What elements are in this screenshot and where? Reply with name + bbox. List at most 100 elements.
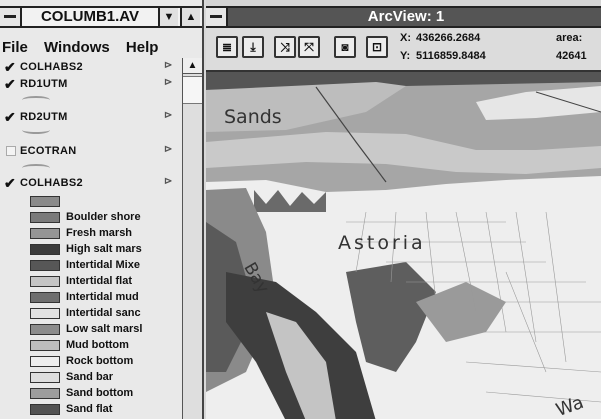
legend-class-row: High salt mars [30, 242, 180, 258]
maximize-button[interactable]: ▲ [180, 8, 200, 26]
class-label: Intertidal mud [66, 291, 139, 303]
legend-class-row: Boulder shore [30, 210, 180, 226]
hotlink-icon[interactable]: ⊡ [366, 36, 388, 58]
legend-titlebar: COLUMB1.AV ▼ ▲ [0, 6, 202, 28]
legend-class-row: Sand bottom [30, 386, 180, 402]
theme-row-rd1utm[interactable]: ✔ RD1UTM ⊳ [4, 77, 180, 93]
theme-checkbox[interactable] [6, 146, 16, 156]
view-system-menu-button[interactable] [206, 8, 228, 26]
legend-class-row: Rock bottom [30, 354, 180, 370]
class-label: Intertidal Mixe [66, 259, 140, 271]
legend-menubar: File Windows Help [0, 38, 202, 58]
class-swatch [30, 372, 60, 383]
legend-scrollbar[interactable]: ▲ [182, 58, 202, 419]
class-label: Sand flat [66, 403, 113, 415]
menu-windows[interactable]: Windows [44, 38, 110, 58]
class-swatch [30, 340, 60, 351]
theme-flag-icon: ⊳ [164, 77, 173, 88]
map-label-sands: Sands [224, 106, 282, 128]
view-window: ArcView: 1 ≣ ⤓ ⤨ ⤧ ◙ ⊡ X: 436266.2684 Y:… [206, 0, 601, 419]
y-coord-label: Y: [400, 50, 411, 62]
class-swatch [30, 404, 60, 415]
class-label: Intertidal sanc [66, 307, 141, 319]
legend-window: COLUMB1.AV ▼ ▲ File Windows Help ✔ COLHA… [0, 0, 204, 419]
scroll-up-button[interactable]: ▲ [183, 58, 202, 74]
theme-checkbox[interactable]: ✔ [4, 60, 16, 74]
legend-class-row [30, 194, 180, 210]
legend-class-row: Intertidal Mixe [30, 258, 180, 274]
system-menu-icon [4, 15, 16, 18]
class-swatch [30, 308, 60, 319]
line-symbol-icon [22, 96, 50, 104]
class-label: Low salt marsl [66, 323, 143, 335]
theme-name: COLHABS2 [20, 177, 83, 189]
legend-class-row: Sand flat [30, 402, 180, 418]
class-label: Sand bar [66, 371, 114, 383]
legend-icon[interactable]: ≣ [216, 36, 238, 58]
line-symbol-icon [22, 126, 50, 134]
theme-list: ✔ COLHABS2 ⊳ ✔ RD1UTM ⊳ ✔ RD2UTM ⊳ ECOTR… [0, 58, 182, 419]
legend-window-title: COLUMB1.AV [40, 8, 140, 25]
system-menu-icon [210, 15, 222, 18]
theme-flag-icon: ⊳ [164, 144, 173, 155]
theme-flag-icon: ⊳ [164, 60, 173, 71]
map-canvas[interactable]: Sands Astoria Bay Wa [206, 70, 601, 419]
theme-name: RD1UTM [20, 78, 68, 90]
legend-class-row: Low salt marsl [30, 322, 180, 338]
class-swatch [30, 356, 60, 367]
theme-checkbox[interactable]: ✔ [4, 110, 16, 124]
view-window-title: ArcView: 1 [367, 8, 445, 25]
class-swatch [30, 260, 60, 271]
class-label: Fresh marsh [66, 227, 133, 239]
legend-class-row: Fresh marsh [30, 226, 180, 242]
theme-checkbox[interactable]: ✔ [4, 176, 16, 190]
theme-row-colhabs2[interactable]: ✔ COLHABS2 ⊳ [4, 176, 180, 192]
zoom-in-icon[interactable]: ⤨ [274, 36, 296, 58]
menu-help[interactable]: Help [126, 38, 159, 58]
area-value: 42641 [556, 50, 587, 62]
class-swatch [30, 292, 60, 303]
theme-flag-icon: ⊳ [164, 176, 173, 187]
class-label: Sand bottom [66, 387, 134, 399]
class-swatch [30, 196, 60, 207]
theme-row-ecotran[interactable]: ECOTRAN ⊳ [4, 144, 180, 160]
x-coord-value: 436266.2684 [416, 32, 481, 44]
class-swatch [30, 212, 60, 223]
minimize-button[interactable]: ▼ [158, 8, 178, 26]
area-label: area: [556, 32, 583, 44]
theme-row-rd2utm[interactable]: ✔ RD2UTM ⊳ [4, 110, 180, 126]
zoom-out-icon[interactable]: ⤧ [298, 36, 320, 58]
legend-class-row: Intertidal mud [30, 290, 180, 306]
system-menu-button[interactable] [0, 8, 22, 26]
class-swatch [30, 244, 60, 255]
theme-name: ECOTRAN [20, 145, 77, 157]
class-swatch [30, 228, 60, 239]
legend-class-row: Intertidal sanc [30, 306, 180, 322]
class-swatch [30, 324, 60, 335]
view-titlebar: ArcView: 1 [206, 6, 601, 28]
theme-name: COLHABS2 [20, 61, 83, 73]
class-label: Boulder shore [66, 211, 141, 223]
class-label: High salt mars [66, 243, 142, 255]
theme-name: RD2UTM [20, 111, 68, 123]
y-coord-value: 5116859.8484 [416, 50, 486, 62]
class-label: Rock bottom [66, 355, 134, 367]
line-symbol-icon [22, 164, 50, 172]
camera-icon[interactable]: ◙ [334, 36, 356, 58]
x-coord-label: X: [400, 32, 411, 44]
scroll-thumb[interactable] [183, 76, 202, 104]
class-swatch [30, 276, 60, 287]
legend-class-row: Intertidal flat [30, 274, 180, 290]
class-swatch [30, 388, 60, 399]
legend-class-row: Mud bottom [30, 338, 180, 354]
theme-flag-icon: ⊳ [164, 110, 173, 121]
menu-file[interactable]: File [2, 38, 28, 58]
class-label: Intertidal flat [66, 275, 133, 287]
class-label: Mud bottom [66, 339, 129, 351]
map-label-astoria: Astoria [338, 232, 426, 254]
view-toolbar: ≣ ⤓ ⤨ ⤧ ◙ ⊡ X: 436266.2684 Y: 5116859.84… [206, 28, 601, 70]
download-icon[interactable]: ⤓ [242, 36, 264, 58]
theme-row-colhabs2-top[interactable]: ✔ COLHABS2 ⊳ [4, 60, 180, 76]
theme-checkbox[interactable]: ✔ [4, 77, 16, 91]
legend-class-row: Sand bar [30, 370, 180, 386]
